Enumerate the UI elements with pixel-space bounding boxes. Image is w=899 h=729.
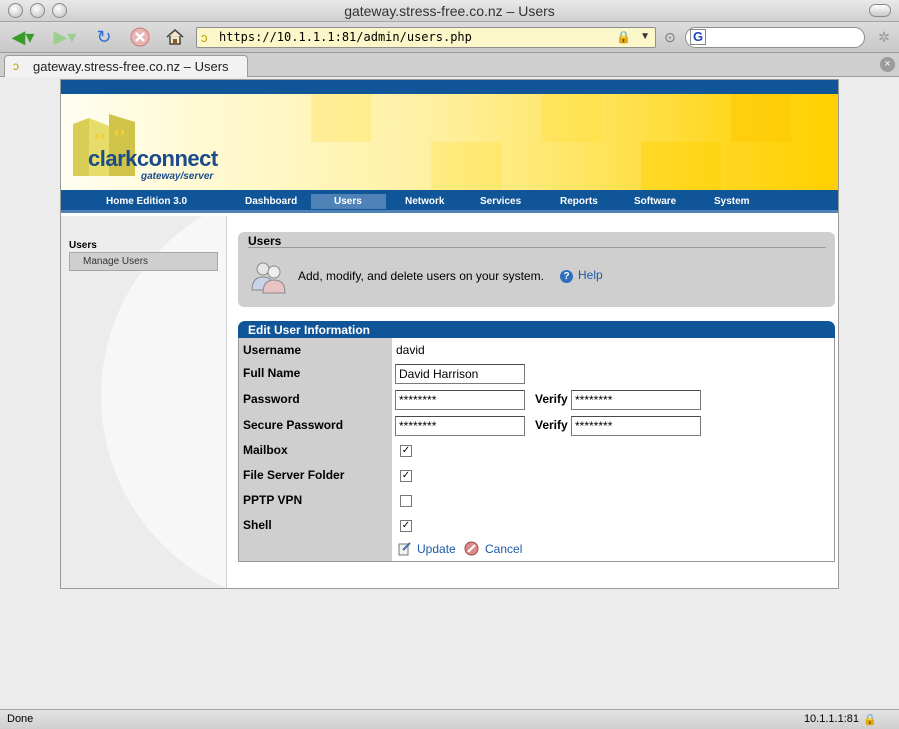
users-icon	[251, 262, 286, 294]
panel-title: Users	[248, 234, 282, 248]
site-favicon-icon: ↄ	[201, 30, 208, 45]
address-bar[interactable]: ↄ https://10.1.1.1:81/admin/users.php 🔒 …	[196, 27, 656, 48]
pptp-label: PPTP VPN	[243, 493, 303, 507]
lock-icon[interactable]: 🔒	[616, 30, 631, 44]
close-tab-icon[interactable]: ×	[880, 57, 895, 72]
back-icon[interactable]: ◀▾	[8, 25, 38, 49]
update-icon[interactable]	[397, 541, 412, 556]
nav-network[interactable]: Network	[405, 196, 444, 207]
window-titlebar: gateway.stress-free.co.nz – Users	[0, 0, 899, 22]
users-info-panel: Users Add, modify, and delete users on y…	[238, 232, 835, 307]
fullname-label: Full Name	[243, 366, 301, 380]
username-label: Username	[243, 343, 302, 357]
tab-label: gateway.stress-free.co.nz – Users	[33, 59, 229, 74]
shell-checkbox[interactable]: ✓	[400, 520, 412, 532]
secure-verify-input[interactable]	[571, 416, 701, 436]
reload-icon[interactable]: ↻	[92, 25, 116, 49]
web-page: clarkconnect gateway/server Home Edition…	[60, 79, 839, 589]
cancel-button[interactable]: Cancel	[485, 542, 522, 556]
fileserver-label: File Server Folder	[243, 468, 345, 482]
nav-software[interactable]: Software	[634, 196, 676, 207]
nav-users[interactable]: Users	[334, 196, 362, 207]
secure-password-input[interactable]	[395, 416, 525, 436]
brand-name: clarkconnect	[88, 146, 218, 171]
search-input[interactable]: G	[685, 27, 865, 48]
secure-lock-icon[interactable]: 🔒	[863, 713, 877, 726]
status-host: 10.1.1.1:81	[803, 713, 859, 725]
mailbox-checkbox[interactable]: ✓	[400, 445, 412, 457]
go-icon[interactable]: ⊙	[661, 25, 679, 49]
tab-users[interactable]: ↄ gateway.stress-free.co.nz – Users	[4, 55, 248, 77]
brand-tagline: gateway/server	[141, 171, 214, 182]
nav-services[interactable]: Services	[480, 196, 521, 207]
header-banner: clarkconnect gateway/server	[61, 94, 838, 190]
window-title: gateway.stress-free.co.nz – Users	[344, 3, 555, 19]
edition-label: Home Edition 3.0	[106, 196, 188, 207]
secure-verify-label: Verify	[535, 418, 568, 432]
nav-reports[interactable]: Reports	[560, 196, 598, 207]
toolbar-toggle-button[interactable]	[869, 4, 891, 17]
tab-favicon-icon: ↄ	[13, 59, 19, 73]
chevron-down-icon[interactable]: ▼	[640, 31, 650, 42]
throbber-icon: ✲	[878, 28, 890, 45]
password-input[interactable]	[395, 390, 525, 410]
edit-user-form: Username david Full Name Password Verify…	[238, 338, 835, 562]
help-link[interactable]: Help	[578, 268, 603, 282]
stop-icon[interactable]	[128, 25, 152, 49]
tab-bar: ↄ gateway.stress-free.co.nz – Users ×	[0, 53, 899, 77]
form-title: Edit User Information	[248, 323, 371, 337]
fileserver-checkbox[interactable]: ✓	[400, 470, 412, 482]
nav-system[interactable]: System	[714, 196, 750, 207]
help-icon[interactable]: ?	[560, 270, 573, 283]
password-label: Password	[243, 392, 300, 406]
form-header: Edit User Information	[238, 321, 835, 338]
fullname-input[interactable]	[395, 364, 525, 384]
panel-description: Add, modify, and delete users on your sy…	[298, 269, 544, 283]
top-strip	[61, 80, 838, 94]
nav-dashboard[interactable]: Dashboard	[245, 196, 297, 207]
password-verify-label: Verify	[535, 392, 568, 406]
home-icon[interactable]	[163, 25, 187, 49]
sidebar-item-manage-users[interactable]: Manage Users	[69, 252, 218, 271]
cancel-icon[interactable]	[464, 541, 479, 556]
sidebar-title: Users	[69, 240, 97, 251]
status-text: Done	[7, 713, 34, 725]
forward-icon[interactable]: ▶▾	[50, 25, 80, 49]
update-button[interactable]: Update	[417, 542, 456, 556]
sidebar: Users Manage Users	[61, 216, 227, 588]
mailbox-label: Mailbox	[243, 443, 288, 457]
status-bar: Done 10.1.1.1:81 🔒	[0, 709, 899, 729]
password-verify-input[interactable]	[571, 390, 701, 410]
secure-password-label: Secure Password	[243, 418, 344, 432]
main-nav: Home Edition 3.0 Dashboard Users Network…	[61, 190, 838, 213]
browser-toolbar: ◀▾ ▶▾ ↻ ↄ https://10.1.1.1:81/admin/user…	[0, 22, 899, 53]
username-value: david	[396, 343, 425, 357]
address-text: https://10.1.1.1:81/admin/users.php	[219, 30, 472, 44]
google-icon[interactable]: G	[690, 29, 706, 45]
pptp-checkbox[interactable]	[400, 495, 412, 507]
shell-label: Shell	[243, 518, 272, 532]
